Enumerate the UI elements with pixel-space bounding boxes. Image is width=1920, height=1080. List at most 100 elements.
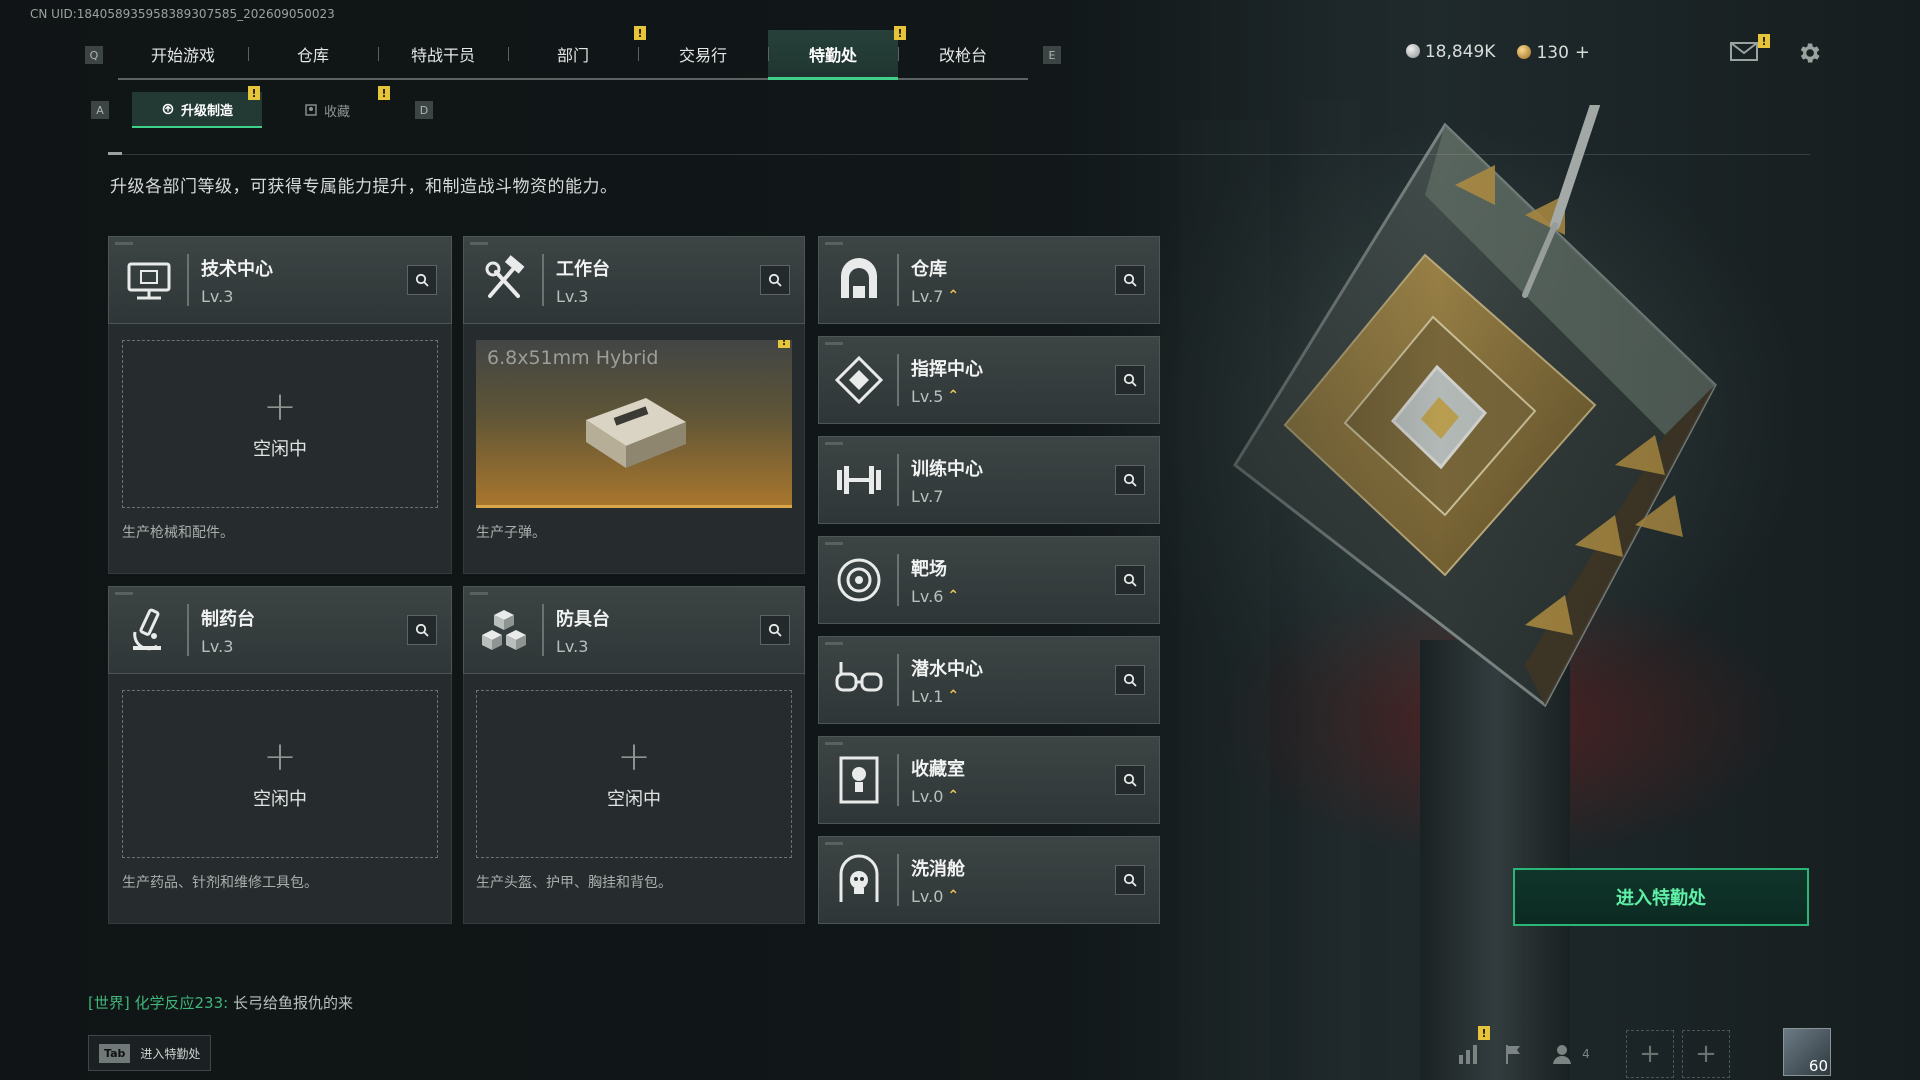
facility-info: 仓库 Lv.7 ⌃ [911,255,1115,306]
tab-department[interactable]: 部门! [508,26,646,78]
facility-card-armor-bench[interactable]: 防具台 Lv.3 [463,586,805,674]
facility-name: 技术中心 [201,258,273,280]
facility-search-button[interactable] [1115,765,1145,795]
notification-badge: ! [1758,34,1770,48]
armor-bench-production-slot[interactable]: + 空闲中 [476,690,792,858]
facility-card-pharmacy[interactable]: 制药台 Lv.3 [108,586,452,674]
silver-currency: 18,849K [1405,42,1495,63]
tab-key-icon: Tab [99,1043,131,1063]
page-description: 升级各部门等级，可获得专属能力提升，和制造战斗物资的能力。 [110,177,618,197]
settings-button[interactable] [1796,40,1822,66]
card-corner-mark [470,242,488,245]
tab-hint-label: 进入特勤处 [140,1046,201,1061]
facility-info: 指挥中心 Lv.5 ⌃ [911,355,1115,406]
facility-search-button[interactable] [760,265,790,295]
card-separator [897,254,899,306]
tab-trading[interactable]: 交易行 [638,30,768,78]
subnav-prev-key-hint[interactable]: A [91,101,109,119]
tech-center-production-slot[interactable]: + 空闲中 [122,340,438,508]
collection-icon [305,104,317,116]
facility-level-value: Lv.6 [911,586,944,606]
facility-card-tech-center[interactable]: 技术中心 Lv.3 [108,236,452,324]
card-separator [897,654,899,706]
facility-search-button[interactable] [1115,465,1145,495]
tab-shortcut-hint[interactable]: Tab 进入特勤处 [88,1035,212,1071]
facility-search-button[interactable] [407,615,437,645]
slot-description: 生产枪械和配件。 [122,525,234,541]
facility-search-button[interactable] [1115,665,1145,695]
facility-name: 制药台 [201,608,255,630]
facility-search-button[interactable] [407,265,437,295]
add-icon: + [617,734,651,780]
card-separator [542,604,544,656]
facility-card[interactable]: 潜水中心 Lv.1 ⌃ [818,636,1160,724]
facility-card[interactable]: 仓库 Lv.7 ⌃ [818,236,1160,324]
facility-search-button[interactable] [1115,565,1145,595]
party-slot-2[interactable]: + [1682,1030,1730,1078]
card-separator [897,354,899,406]
facility-search-button[interactable] [1115,865,1145,895]
tab-gunsmith[interactable]: 改枪台 [898,30,1028,78]
facility-card[interactable]: 洗消舱 Lv.0 ⌃ [818,836,1160,924]
tab-operators[interactable]: 特战干员 [378,30,508,78]
hazmat-skull-icon [839,854,879,902]
nav-prev-key-hint[interactable]: Q [85,46,103,64]
stats-button[interactable]: ! [1448,1026,1492,1076]
friends-button[interactable]: 4 [1536,1032,1606,1076]
facility-level: Lv.3 [201,637,407,656]
upgrade-arrow-icon: ⌃ [947,288,960,304]
enter-special-ops-button[interactable]: 进入特勤处 [1513,868,1809,926]
workbench-production-item[interactable]: 6.8x51mm Hybrid ! [476,340,792,508]
card-corner-mark [825,442,843,445]
facility-info: 洗消舱 Lv.0 ⌃ [911,855,1115,906]
gold-amount: 130 [1536,43,1569,63]
add-currency-button[interactable]: + [1575,42,1590,63]
card-separator [897,854,899,906]
card-separator [542,254,544,306]
pharmacy-production-slot[interactable]: + 空闲中 [122,690,438,858]
mail-button[interactable]: ! [1730,34,1770,62]
tab-label: 仓库 [296,46,329,65]
tab-special-ops[interactable]: 特勤处! [768,26,906,80]
facility-name: 仓库 [911,258,947,280]
add-icon: + [1695,1039,1717,1069]
facility-info: 制药台 Lv.3 [201,605,407,656]
nav-next-key-hint[interactable]: E [1043,46,1061,64]
party-slot-1[interactable]: + [1626,1030,1674,1078]
facility-level: Lv.7 [911,487,1115,506]
player-avatar[interactable]: 60 [1783,1028,1831,1076]
player-uid: CN UID:18405893595838930758​5_2026090500… [30,7,335,21]
gold-currency: 130 + [1517,42,1590,63]
subnav-next-key-hint[interactable]: D [415,101,433,119]
subtab-collection[interactable]: 收藏 ! [262,86,392,128]
slot-description: 生产子弹。 [476,525,546,541]
card-separator [187,254,189,306]
search-icon [415,273,429,287]
facility-search-button[interactable] [760,615,790,645]
facility-card[interactable]: 训练中心 Lv.7 [818,436,1160,524]
flag-button[interactable] [1492,1032,1536,1076]
facility-info: 收藏室 Lv.0 ⌃ [911,755,1115,806]
gear-icon [1800,43,1820,63]
card-separator [897,454,899,506]
monitor-chip-icon [127,262,171,300]
facility-level-value: Lv.3 [201,636,234,656]
upgrade-gear-icon [162,103,174,115]
tab-warehouse[interactable]: 仓库 [248,30,378,78]
facility-level: Lv.5 ⌃ [911,387,1115,406]
subtab-upgrade-craft[interactable]: 升级制造 ! [132,86,262,128]
facility-card[interactable]: 指挥中心 Lv.5 ⌃ [818,336,1160,424]
facility-card[interactable]: 收藏室 Lv.0 ⌃ [818,736,1160,824]
tab-start-game[interactable]: 开始游戏 [118,30,248,78]
facility-search-button[interactable] [1115,365,1145,395]
facility-name: 收藏室 [911,758,965,780]
main-tabs: 开始游戏 仓库 特战干员 部门! 交易行 特勤处! 改枪台 [118,26,1028,80]
facility-card[interactable]: 靶场 Lv.6 ⌃ [818,536,1160,624]
facility-level-value: Lv.7 [911,286,944,306]
slot-status: 空闲中 [253,439,307,460]
world-chat-line[interactable]: [世界] 化学反应233: 长弓给鱼报仇的来 [88,992,353,1013]
card-separator [187,604,189,656]
facility-card-workbench[interactable]: 工作台 Lv.3 [463,236,805,324]
facility-level: Lv.3 [201,287,407,306]
facility-search-button[interactable] [1115,265,1145,295]
